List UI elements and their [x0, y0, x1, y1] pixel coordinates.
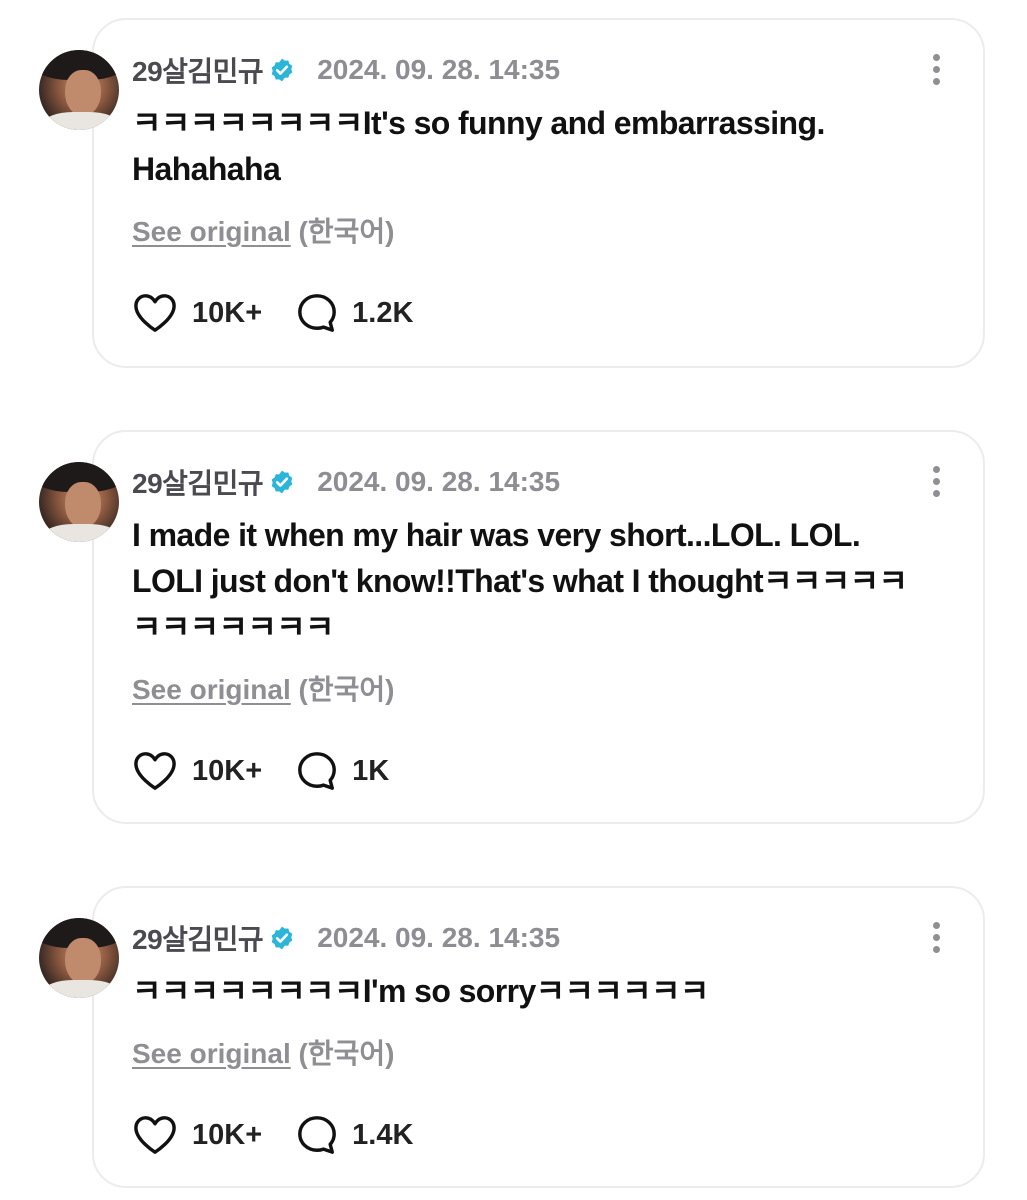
verified-badge-icon — [271, 926, 293, 950]
post-text: ㅋㅋㅋㅋㅋㅋㅋㅋI'm so sorryㅋㅋㅋㅋㅋㅋ — [132, 973, 709, 1009]
verified-badge-icon — [271, 470, 293, 494]
post-header: 29살김민규 2024. 09. 28. 14:35 — [132, 918, 560, 958]
more-options-icon[interactable] — [929, 54, 943, 88]
comment-button[interactable]: 1.4K — [296, 1114, 413, 1156]
original-language: (한국어) — [298, 216, 395, 247]
timestamp: 2024. 09. 28. 14:35 — [317, 54, 561, 85]
see-original-link[interactable]: See original — [132, 216, 291, 247]
avatar[interactable] — [39, 462, 119, 542]
comment-count: 1K — [352, 754, 390, 787]
more-options-icon[interactable] — [929, 466, 943, 500]
avatar[interactable] — [39, 50, 119, 130]
username[interactable]: 29살김민규 — [132, 462, 264, 502]
post-card[interactable]: 29살김민규 2024. 09. 28. 14:35 I made it whe… — [39, 430, 985, 824]
original-language: (한국어) — [298, 1038, 395, 1069]
post-text: ㅋㅋㅋㅋㅋㅋㅋㅋIt's so funny and embarrassing. … — [132, 105, 825, 187]
username[interactable]: 29살김민규 — [132, 50, 264, 90]
timestamp: 2024. 09. 28. 14:35 — [317, 466, 561, 497]
timestamp: 2024. 09. 28. 14:35 — [317, 922, 561, 953]
post-header: 29살김민규 2024. 09. 28. 14:35 — [132, 50, 560, 90]
post-header: 29살김민규 2024. 09. 28. 14:35 — [132, 462, 560, 502]
like-count: 10K+ — [192, 296, 263, 329]
more-options-icon[interactable] — [929, 922, 943, 956]
heart-icon — [134, 752, 176, 790]
see-original-link[interactable]: See original — [132, 674, 291, 705]
comment-count: 1.4K — [352, 1118, 414, 1151]
post-actions: 10K+ 1K — [132, 746, 423, 796]
avatar[interactable] — [39, 918, 119, 998]
post-actions: 10K+ 1.2K — [132, 288, 447, 338]
comment-count: 1.2K — [352, 296, 414, 329]
comment-button[interactable]: 1.2K — [296, 292, 413, 334]
comment-bubble-icon — [298, 1116, 337, 1154]
verified-badge-icon — [271, 58, 293, 82]
post-actions: 10K+ 1.4K — [132, 1110, 447, 1160]
comment-button[interactable]: 1K — [296, 750, 389, 792]
like-button[interactable]: 10K+ — [132, 1114, 262, 1156]
original-language: (한국어) — [298, 674, 395, 705]
heart-icon — [134, 1116, 176, 1154]
post-card[interactable]: 29살김민규 2024. 09. 28. 14:35 ㅋㅋㅋㅋㅋㅋㅋㅋIt's … — [39, 18, 985, 368]
see-original-link[interactable]: See original — [132, 1038, 291, 1069]
post-card[interactable]: 29살김민규 2024. 09. 28. 14:35 ㅋㅋㅋㅋㅋㅋㅋㅋI'm s… — [39, 886, 985, 1188]
like-button[interactable]: 10K+ — [132, 292, 262, 334]
like-count: 10K+ — [192, 754, 263, 787]
heart-icon — [134, 294, 176, 332]
see-original: See original (한국어) — [132, 1032, 394, 1072]
like-button[interactable]: 10K+ — [132, 750, 262, 792]
comment-bubble-icon — [298, 294, 337, 332]
see-original: See original (한국어) — [132, 668, 394, 708]
username[interactable]: 29살김민규 — [132, 918, 264, 958]
post-text: I made it when my hair was very short...… — [132, 517, 908, 645]
like-count: 10K+ — [192, 1118, 263, 1151]
comment-bubble-icon — [298, 752, 337, 790]
see-original: See original (한국어) — [132, 210, 394, 250]
